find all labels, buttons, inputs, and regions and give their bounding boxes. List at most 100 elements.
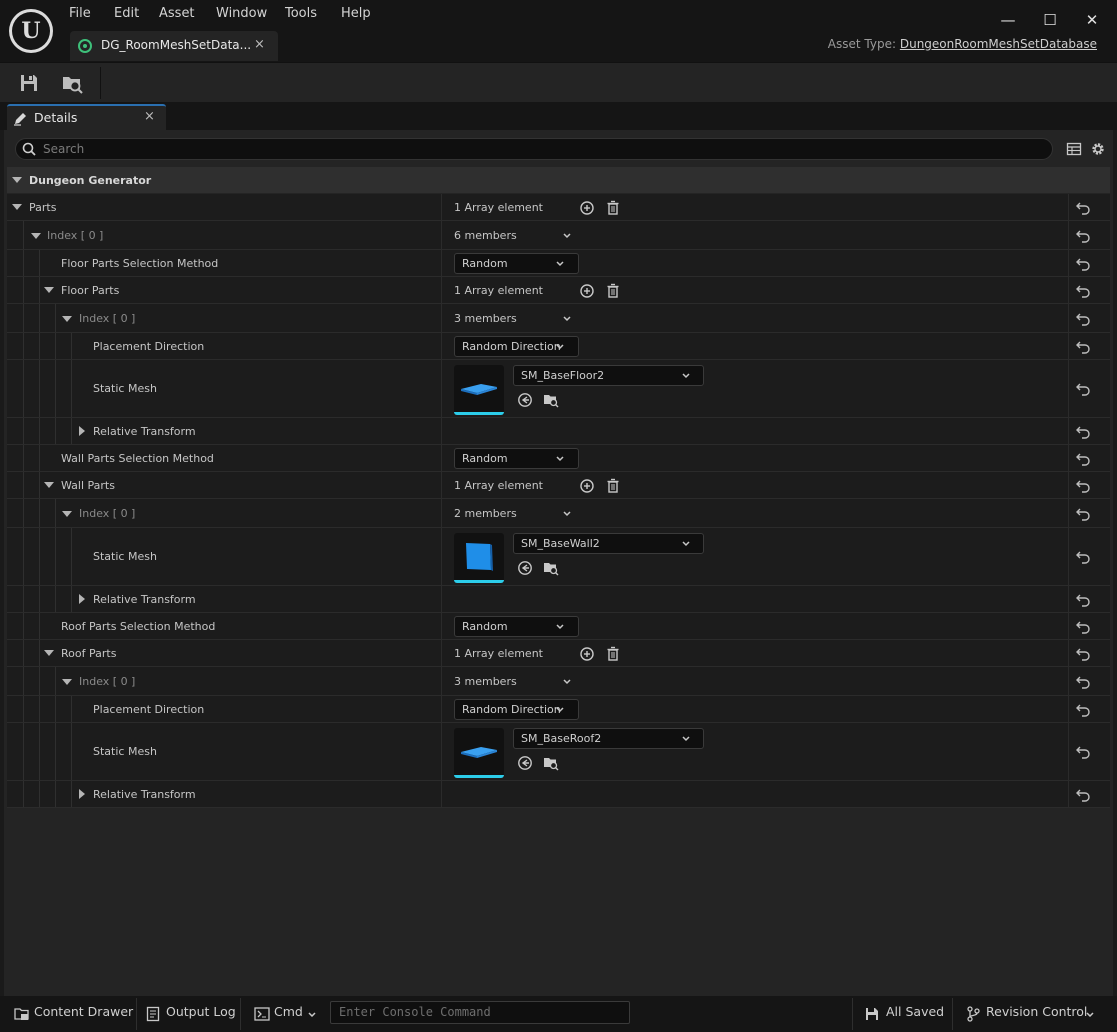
property-name: Parts: [29, 201, 57, 214]
chevron-down-icon[interactable]: [563, 232, 571, 240]
category-dungeon-generator[interactable]: Dungeon Generator: [7, 167, 1110, 193]
use-selected-asset-icon[interactable]: [517, 560, 533, 576]
selection-method-dropdown[interactable]: Random: [454, 448, 579, 469]
close-window-button[interactable]: ✕: [1082, 10, 1102, 30]
content-drawer-button[interactable]: Content Drawer: [8, 1001, 133, 1027]
maximize-button[interactable]: ☐: [1040, 10, 1060, 30]
delete-all-icon[interactable]: [605, 283, 621, 299]
reset-to-default-icon[interactable]: [1075, 745, 1091, 759]
property-name: Static Mesh: [93, 745, 157, 758]
property-name: Roof Parts: [61, 647, 117, 660]
output-log-button[interactable]: Output Log: [142, 1001, 236, 1027]
reset-to-default-icon[interactable]: [1075, 201, 1091, 215]
console-command-field[interactable]: [330, 1001, 630, 1024]
use-selected-asset-icon[interactable]: [517, 755, 533, 771]
chevron-down-icon: [556, 707, 564, 713]
document-tab[interactable]: DG_RoomMeshSetData... ×: [70, 31, 278, 61]
all-saved-button[interactable]: All Saved: [860, 1001, 944, 1027]
reset-to-default-icon[interactable]: [1075, 620, 1091, 634]
static-mesh-picker[interactable]: SM_BaseWall2: [513, 533, 704, 554]
static-mesh-picker[interactable]: SM_BaseFloor2: [513, 365, 704, 386]
mesh-thumbnail[interactable]: [454, 728, 504, 778]
mesh-name: SM_BaseWall2: [521, 537, 600, 550]
property-name: Index [ 0 ]: [79, 675, 136, 688]
menu-window[interactable]: Window: [216, 6, 267, 24]
menu-edit[interactable]: Edit: [114, 6, 139, 24]
chevron-down-icon: [308, 1012, 316, 1018]
cmd-dropdown[interactable]: Cmd: [250, 1001, 322, 1027]
expand-arrow-icon[interactable]: [79, 426, 85, 436]
menu-file[interactable]: File: [69, 6, 91, 24]
details-tab[interactable]: Details ×: [7, 104, 166, 130]
placement-direction-dropdown[interactable]: Random Direction: [454, 699, 579, 720]
search-box[interactable]: [15, 138, 1053, 160]
chevron-down-icon: [556, 456, 564, 462]
static-mesh-picker[interactable]: SM_BaseRoof2: [513, 728, 704, 749]
minimize-button[interactable]: —: [998, 10, 1018, 30]
chevron-down-icon[interactable]: [563, 315, 571, 323]
reset-to-default-icon[interactable]: [1075, 788, 1091, 802]
search-input[interactable]: [43, 141, 1023, 157]
selection-method-dropdown[interactable]: Random: [454, 616, 579, 637]
placement-direction-dropdown[interactable]: Random Direction: [454, 336, 579, 357]
reset-to-default-icon[interactable]: [1075, 675, 1091, 689]
close-tab-icon[interactable]: ×: [254, 37, 265, 52]
add-element-icon[interactable]: [579, 200, 595, 216]
reset-to-default-icon[interactable]: [1075, 382, 1091, 396]
reset-to-default-icon[interactable]: [1075, 479, 1091, 493]
reset-to-default-icon[interactable]: [1075, 550, 1091, 564]
close-tab-icon[interactable]: ×: [144, 109, 155, 124]
property-matrix-icon[interactable]: [1066, 141, 1082, 157]
collapse-arrow-icon[interactable]: [31, 233, 41, 239]
expand-arrow-icon[interactable]: [79, 594, 85, 604]
reset-to-default-icon[interactable]: [1075, 647, 1091, 661]
menu-help[interactable]: Help: [341, 6, 371, 24]
selection-method-dropdown[interactable]: Random: [454, 253, 579, 274]
reset-to-default-icon[interactable]: [1075, 229, 1091, 243]
add-element-icon[interactable]: [579, 478, 595, 494]
delete-all-icon[interactable]: [605, 646, 621, 662]
add-element-icon[interactable]: [579, 283, 595, 299]
save-icon[interactable]: [18, 72, 40, 94]
reset-to-default-icon[interactable]: [1075, 257, 1091, 271]
delete-all-icon[interactable]: [605, 478, 621, 494]
browse-to-asset-icon[interactable]: [543, 560, 559, 576]
unreal-logo-icon[interactable]: U: [9, 9, 53, 53]
delete-all-icon[interactable]: [605, 200, 621, 216]
toolbar: [0, 62, 1117, 102]
reset-to-default-icon[interactable]: [1075, 452, 1091, 466]
browse-to-asset-icon[interactable]: [543, 755, 559, 771]
collapse-arrow-icon[interactable]: [12, 204, 22, 210]
row-wall-parts: Wall Parts 1 Array element: [7, 472, 1110, 499]
menu-asset[interactable]: Asset: [159, 6, 195, 24]
browse-to-asset-icon[interactable]: [61, 72, 83, 94]
collapse-arrow-icon[interactable]: [62, 316, 72, 322]
reset-to-default-icon[interactable]: [1075, 284, 1091, 298]
reset-to-default-icon[interactable]: [1075, 703, 1091, 717]
settings-gear-icon[interactable]: [1090, 141, 1106, 157]
reset-to-default-icon[interactable]: [1075, 340, 1091, 354]
asset-type-link[interactable]: DungeonRoomMeshSetDatabase: [900, 37, 1097, 51]
collapse-arrow-icon[interactable]: [44, 650, 54, 656]
reset-to-default-icon[interactable]: [1075, 593, 1091, 607]
mesh-thumbnail[interactable]: [454, 533, 504, 583]
chevron-down-icon[interactable]: [563, 510, 571, 518]
collapse-arrow-icon[interactable]: [62, 511, 72, 517]
reset-to-default-icon[interactable]: [1075, 507, 1091, 521]
use-selected-asset-icon[interactable]: [517, 392, 533, 408]
collapse-arrow-icon[interactable]: [62, 679, 72, 685]
expand-arrow-icon[interactable]: [79, 789, 85, 799]
collapse-arrow-icon[interactable]: [44, 482, 54, 488]
add-element-icon[interactable]: [579, 646, 595, 662]
collapse-arrow-icon[interactable]: [44, 287, 54, 293]
menu-tools[interactable]: Tools: [285, 6, 317, 24]
collapse-arrow-icon[interactable]: [12, 177, 22, 183]
mesh-thumbnail[interactable]: [454, 365, 504, 415]
browse-to-asset-icon[interactable]: [543, 392, 559, 408]
row-wall-relative-transform: Relative Transform: [7, 586, 1110, 613]
reset-to-default-icon[interactable]: [1075, 425, 1091, 439]
reset-to-default-icon[interactable]: [1075, 312, 1091, 326]
chevron-down-icon[interactable]: [563, 678, 571, 686]
console-input[interactable]: [339, 1005, 619, 1019]
revision-control-button[interactable]: Revision Control: [962, 1001, 1102, 1027]
